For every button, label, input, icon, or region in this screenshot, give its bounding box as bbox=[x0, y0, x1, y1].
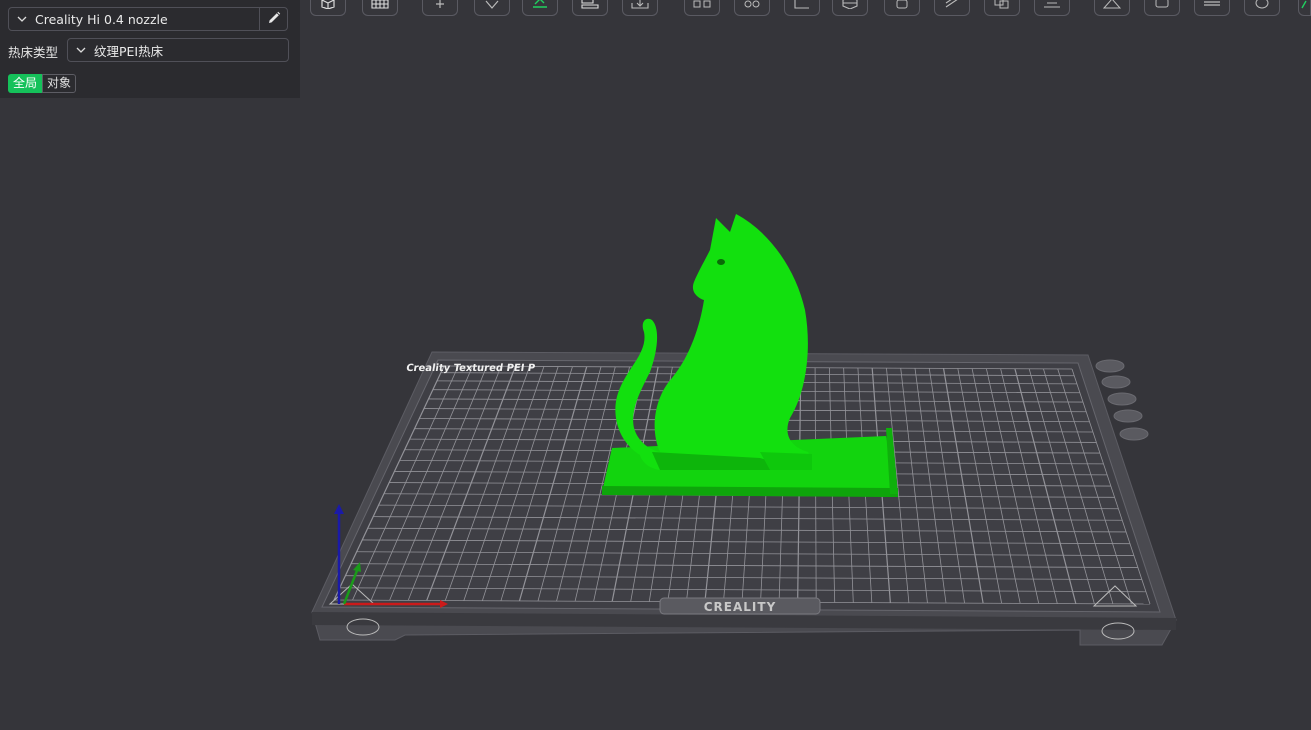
cube-view-button[interactable] bbox=[310, 0, 346, 16]
measure-button[interactable] bbox=[784, 0, 820, 16]
cut-button[interactable] bbox=[832, 0, 868, 16]
bed-type-label: 热床类型 bbox=[8, 45, 59, 60]
split-objects-button[interactable] bbox=[684, 0, 720, 16]
orient-icon bbox=[484, 0, 500, 15]
edit-printer-button[interactable] bbox=[259, 7, 288, 31]
layers-icon bbox=[1154, 0, 1170, 15]
printer-select-value: Creality Hi 0.4 nozzle bbox=[35, 11, 168, 27]
color-paint-button[interactable] bbox=[1244, 0, 1280, 16]
orient-button[interactable] bbox=[474, 0, 510, 16]
measure-icon bbox=[793, 0, 811, 15]
support-paint-button[interactable] bbox=[884, 0, 920, 16]
split-objects-icon bbox=[693, 0, 711, 15]
boolean-icon bbox=[994, 0, 1010, 15]
boolean-button[interactable] bbox=[984, 0, 1020, 16]
grid-plate-button[interactable] bbox=[362, 0, 398, 16]
cube-view-icon bbox=[320, 0, 336, 15]
chevron-down-icon bbox=[17, 16, 27, 22]
gear-icon[interactable] bbox=[1119, 427, 1149, 441]
settings-icon[interactable] bbox=[1107, 392, 1137, 406]
bed-type-select[interactable]: 纹理PEI热床 bbox=[67, 38, 289, 62]
support-paint-icon bbox=[894, 0, 910, 15]
printer-select[interactable]: Creality Hi 0.4 nozzle bbox=[8, 7, 260, 31]
color-paint-icon bbox=[1254, 0, 1270, 15]
3d-viewport[interactable]: CREALITY Creality Textured PEI P bbox=[300, 20, 1311, 730]
split-parts-button[interactable] bbox=[734, 0, 770, 16]
bed-brand-text: CREALITY bbox=[704, 600, 777, 614]
emboss-icon bbox=[1203, 0, 1221, 15]
auto-arrange-button[interactable] bbox=[522, 0, 558, 16]
layout-icon bbox=[581, 0, 599, 15]
seam-paint-icon bbox=[944, 0, 960, 15]
text-tool-button[interactable] bbox=[1034, 0, 1070, 16]
list-icon[interactable] bbox=[1101, 375, 1131, 389]
scene-canvas[interactable]: CREALITY Creality Textured PEI P bbox=[300, 20, 1311, 730]
main-toolbar bbox=[300, 0, 1311, 20]
cut-icon bbox=[841, 0, 859, 15]
chevron-down-icon bbox=[76, 47, 86, 53]
assemble-button[interactable] bbox=[1094, 0, 1130, 16]
tab-global[interactable]: 全局 bbox=[8, 74, 42, 93]
grid-plate-icon bbox=[371, 0, 389, 15]
text-tool-icon bbox=[1043, 0, 1061, 15]
cat-eye bbox=[717, 259, 725, 265]
split-parts-icon bbox=[743, 0, 761, 15]
seam-paint-button[interactable] bbox=[934, 0, 970, 16]
emboss-button[interactable] bbox=[1194, 0, 1230, 16]
tab-object[interactable]: 对象 bbox=[42, 74, 76, 93]
lock-icon[interactable] bbox=[1113, 409, 1143, 423]
auto-arrange-icon bbox=[531, 0, 549, 15]
more-tools-button[interactable] bbox=[1298, 0, 1311, 16]
layout-button[interactable] bbox=[572, 0, 608, 16]
import-icon bbox=[631, 0, 649, 15]
layers-button[interactable] bbox=[1144, 0, 1180, 16]
add-object-icon bbox=[432, 0, 448, 15]
import-button[interactable] bbox=[622, 0, 658, 16]
assemble-icon bbox=[1102, 0, 1122, 15]
bed-type-select-value: 纹理PEI热床 bbox=[94, 43, 164, 59]
pencil-icon bbox=[267, 10, 281, 29]
close-icon[interactable] bbox=[1095, 359, 1125, 373]
settings-panel: Creality Hi 0.4 nozzle 热床类型 纹理PEI热床 全局 对… bbox=[0, 0, 300, 98]
more-icon bbox=[1300, 0, 1309, 15]
bed-title-text: Creality Textured PEI P bbox=[405, 363, 535, 374]
add-object-button[interactable] bbox=[422, 0, 458, 16]
